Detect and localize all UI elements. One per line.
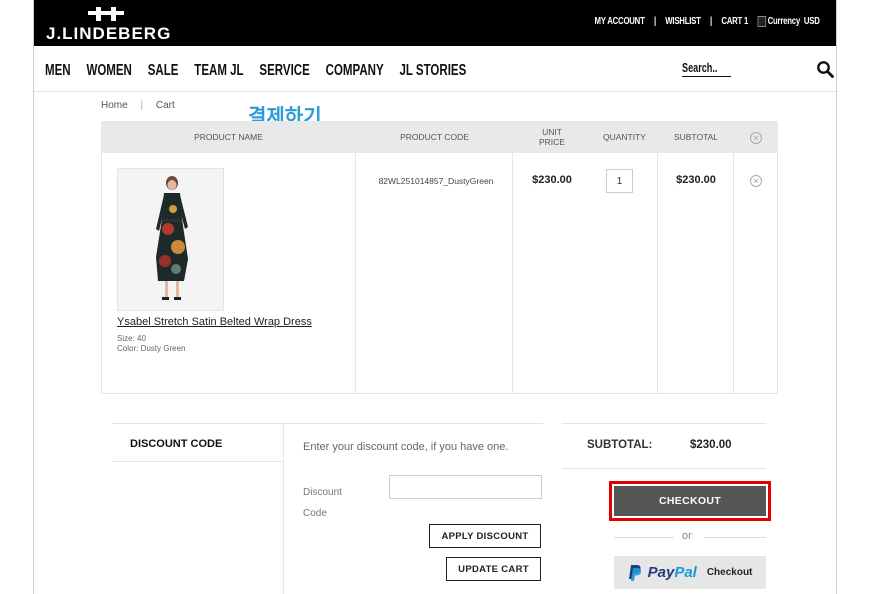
discount-code-input[interactable] [389,475,542,499]
header-quantity: QUANTITY [603,132,646,142]
quantity-input[interactable]: 1 [606,169,633,193]
currency-alt-text: Currency [767,16,801,27]
nav-item-jl-stories[interactable]: JL STORIES [399,62,466,80]
logo-mark-icon [88,7,124,21]
remove-item-icon[interactable]: × [750,175,762,187]
column-divider [355,153,356,394]
column-divider [733,153,734,394]
discount-label-line2: Code [303,508,327,519]
header-product-name: PRODUCT NAME [194,132,263,142]
breadcrumb-separator: | [140,100,144,111]
my-account-link[interactable]: MY ACCOUNT [595,16,645,27]
paypal-pal: Pal [674,564,697,581]
main-nav: MEN WOMEN SALE TEAM JL SERVICE COMPANY J… [34,46,836,92]
page: J.LINDEBERG MY ACCOUNT | WISHLIST | CART… [0,0,870,594]
discount-label: Discount Code [303,482,342,524]
top-links: MY ACCOUNT | WISHLIST | CART 1 Currency … [595,16,820,27]
table-border [101,153,102,394]
remove-all-icon[interactable]: × [750,132,762,144]
cart-link[interactable]: CART 1 [722,16,749,27]
paypal-wordmark: PayPal [648,564,697,581]
product-image[interactable] [117,168,224,311]
separator: | [654,16,657,27]
header-unit-price: UNIT PRICE [513,121,591,153]
table-header: PRODUCT NAME PRODUCT CODE UNIT PRICE QUA… [101,121,778,153]
product-color: Color: Dusty Green [117,344,186,353]
product-dress-image [118,169,223,310]
breadcrumb-home[interactable]: Home [101,100,128,111]
subtotal-label: SUBTOTAL: [587,439,653,451]
header-product-code: PRODUCT CODE [400,132,469,142]
discount-code-tab[interactable]: DISCOUNT CODE [112,423,283,462]
logo-text: J.LINDEBERG [46,24,172,43]
discount-hint: Enter your discount code, if you have on… [303,441,509,453]
wishlist-link[interactable]: WISHLIST [666,16,702,27]
discount-panel: Enter your discount code, if you have on… [283,423,543,594]
nav-item-team-jl[interactable]: TEAM JL [194,62,243,80]
header-unit-price-line1: UNIT [542,127,562,137]
column-divider [512,153,513,394]
row-subtotal: $230.00 [676,174,716,186]
broken-image-icon [757,16,767,27]
nav-item-sale[interactable]: SALE [148,62,179,80]
discount-label-line1: Discount [303,487,342,498]
currency-selector[interactable]: Currency USD [757,16,820,27]
paypal-checkout-label: Checkout [706,567,753,578]
or-divider-left [614,537,674,538]
search-input[interactable]: Search.. [682,60,731,77]
breadcrumb-current: Cart [155,100,175,111]
separator: | [710,16,713,27]
nav-item-women[interactable]: WOMEN [86,62,131,80]
header-subtotal: SUBTOTAL [673,132,719,142]
cart-table: PRODUCT NAME PRODUCT CODE UNIT PRICE QUA… [101,121,778,394]
breadcrumb: Home | Cart [101,100,175,111]
header-unit-price-line2: PRICE [539,137,565,147]
table-border [101,393,778,394]
paypal-checkout-button[interactable]: PayPal Checkout [614,556,766,589]
product-size: Size: 40 [117,334,146,343]
paypal-pay: Pay [647,564,675,581]
brand-logo[interactable]: J.LINDEBERG [46,4,186,44]
product-name-link[interactable]: Ysabel Stretch Satin Belted Wrap Dress [117,316,312,328]
nav-item-service[interactable]: SERVICE [259,62,309,80]
unit-price: $230.00 [532,174,572,186]
product-code: 82WL251014857_DustyGreen [378,176,494,186]
top-bar: J.LINDEBERG MY ACCOUNT | WISHLIST | CART… [34,0,836,46]
search-icon[interactable] [816,60,834,78]
column-divider [657,153,658,394]
subtotal-value: $230.00 [690,439,732,451]
or-text: or [682,530,692,542]
product-meta: Size: 40 Color: Dusty Green [117,334,185,354]
nav-item-men[interactable]: MEN [45,62,71,80]
nav-item-company[interactable]: COMPANY [326,62,384,80]
checkout-button[interactable]: CHECKOUT [614,486,766,516]
update-cart-button[interactable]: UPDATE CART [446,557,541,581]
frame-border-right [836,0,837,594]
apply-discount-button[interactable]: APPLY DISCOUNT [429,524,541,548]
nav-menu: MEN WOMEN SALE TEAM JL SERVICE COMPANY J… [45,62,482,80]
subtotal-row: SUBTOTAL: $230.00 [562,423,766,469]
table-border [777,153,778,394]
paypal-icon [628,564,641,581]
or-divider-right [704,537,766,538]
search-box: Search.. [682,60,834,80]
currency-code: USD [804,16,820,27]
